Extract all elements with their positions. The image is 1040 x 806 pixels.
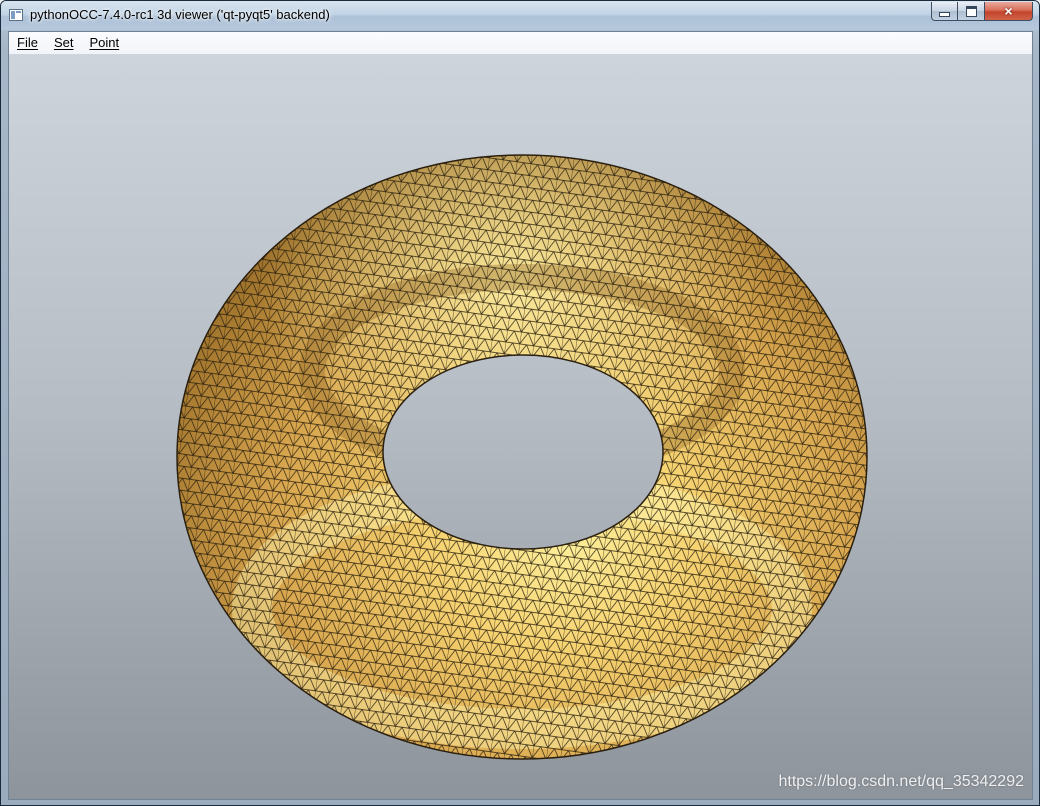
menu-point[interactable]: Point [81, 32, 127, 54]
close-button[interactable]: × [985, 2, 1033, 21]
minimize-button[interactable] [931, 2, 958, 21]
torus-shape[interactable] [9, 54, 1032, 799]
app-window-icon[interactable] [9, 9, 23, 21]
menu-set[interactable]: Set [46, 32, 82, 54]
3d-viewport[interactable]: https://blog.csdn.net/qq_35342292 [9, 54, 1032, 799]
window-title: pythonOCC-7.4.0-rc1 3d viewer ('qt-pyqt5… [30, 7, 330, 22]
watermark-text: https://blog.csdn.net/qq_35342292 [778, 773, 1024, 790]
menu-file[interactable]: File [9, 32, 46, 54]
maximize-button[interactable] [958, 2, 985, 21]
close-icon: × [1004, 3, 1013, 19]
app-window: pythonOCC-7.4.0-rc1 3d viewer ('qt-pyqt5… [0, 0, 1040, 806]
menu-bar: File Set Point [9, 32, 1032, 55]
main-area: File Set Point https://blog.csdn.net/qq_… [8, 31, 1033, 800]
minimize-icon [939, 11, 950, 17]
maximize-icon [965, 5, 977, 17]
title-bar[interactable]: pythonOCC-7.4.0-rc1 3d viewer ('qt-pyqt5… [1, 1, 1039, 30]
